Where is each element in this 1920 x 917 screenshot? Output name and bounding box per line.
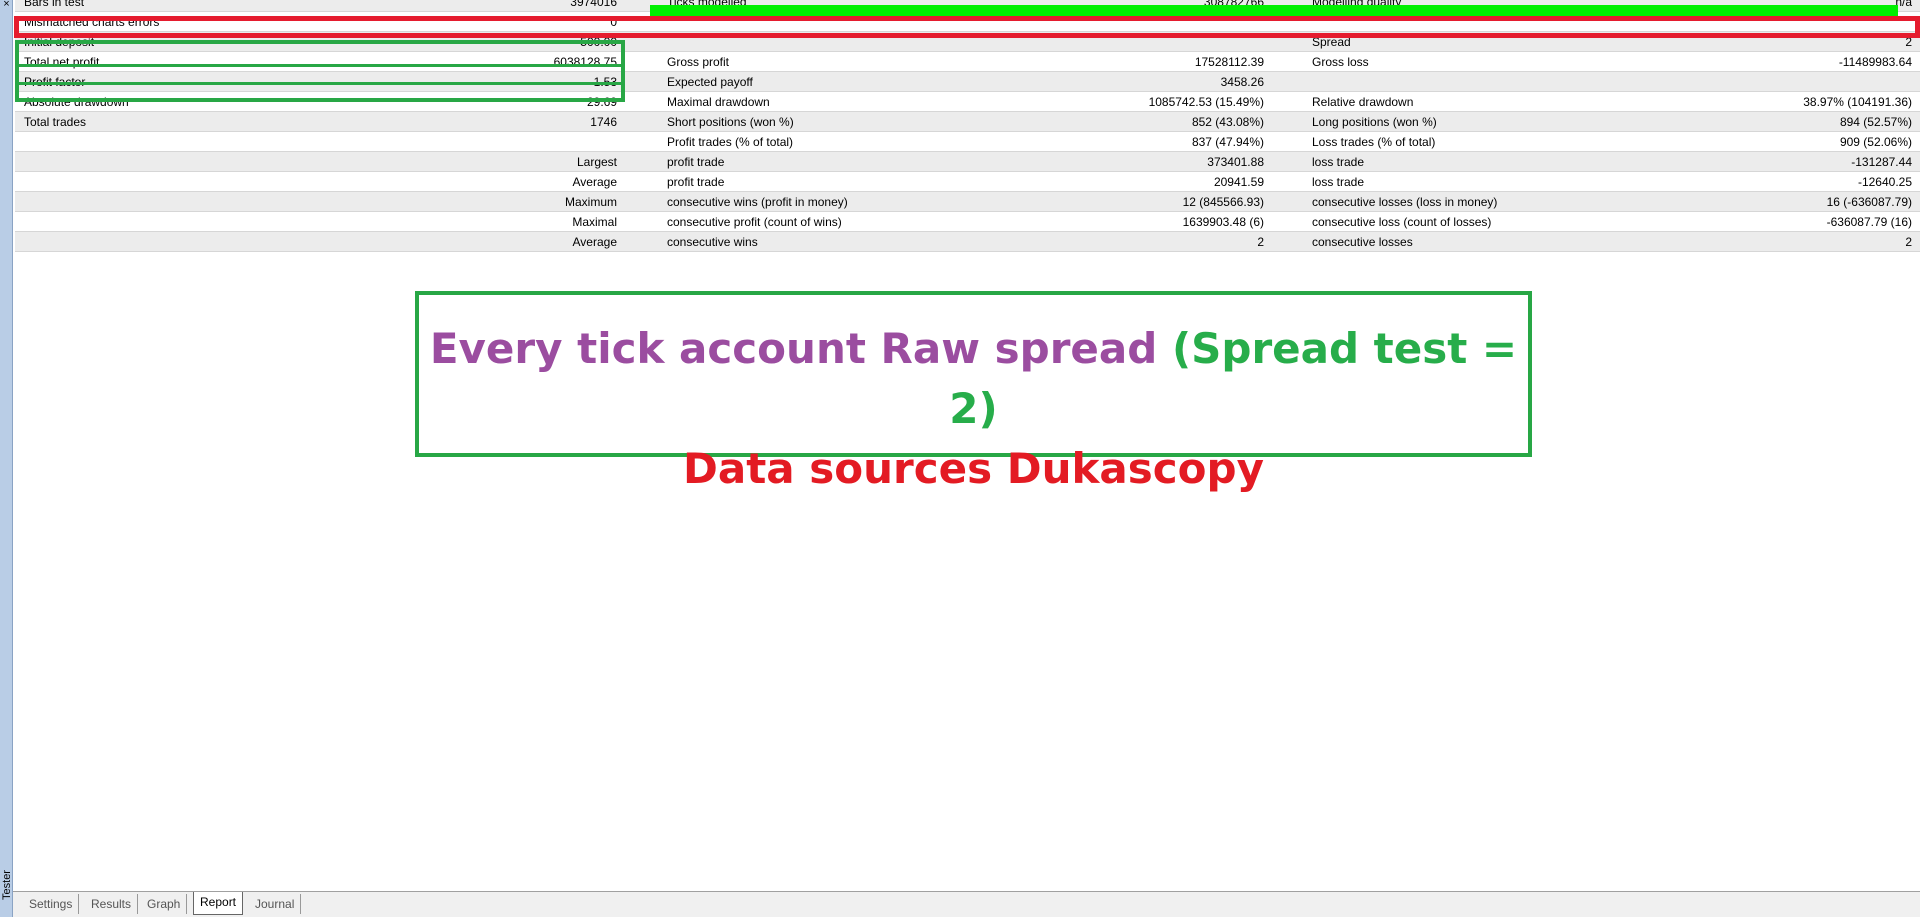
row-value: 2 [1905,35,1912,49]
table-row: Total trades 1746 Short positions (won %) 8… [15,112,1920,132]
row-value: -12640.25 [1857,175,1912,189]
table-row: Profit trades (% of total) 837 (47.94%) Lo… [15,132,1920,152]
tester-label: Tester [1,870,13,900]
table-row: Profit factor 1.53 Expected payoff 3458.26 [15,72,1920,92]
annotation-account-text: Every tick account Raw spread [429,324,1172,373]
annotation-data-source: Data sources Dukascopy [683,444,1264,493]
tab-results[interactable]: Results [85,894,139,914]
tab-graph[interactable]: Graph [141,894,188,914]
row-value: 2 [1905,235,1912,249]
row-value: 894 (52.57%) [1839,115,1912,129]
table-row: Initial deposit 500.00 Spread 2 [15,32,1920,52]
table-row: Maximal consecutive profit (count of wins… [15,212,1920,232]
annotation-line-1: Every tick account Raw spread (Spread te… [419,319,1528,439]
row-value [15,72,1912,92]
row-value: -131287.44 [1851,155,1912,169]
tester-tab-bar: Settings Results Graph Report Journal [13,891,1920,917]
table-row: Maximum consecutive wins (profit in money… [15,192,1920,212]
tab-settings[interactable]: Settings [23,894,80,914]
table-row: Average profit trade 20941.59 loss trade -12… [15,172,1920,192]
modelling-quality-bar [650,5,1898,21]
annotation-box: Every tick account Raw spread (Spread te… [415,291,1532,493]
tab-journal[interactable]: Journal [249,894,302,914]
table-row: Largest profit trade 373401.88 loss trade -1… [15,152,1920,172]
close-icon[interactable]: × [1,0,12,10]
tab-report[interactable]: Report [193,892,244,915]
table-row: Absolute drawdown 29.69 Maximal drawdown 10… [15,92,1920,112]
tester-sidebar: × Tester [0,0,13,917]
row-value: 38.97% (104191.36) [1803,95,1912,109]
table-row: Total net profit 6038128.75 Gross profit 17… [15,52,1920,72]
row-value: 16 (-636087.79) [1826,195,1912,209]
row-value: -636087.79 (16) [1826,215,1912,229]
table-row: Average consecutive wins 2 consecutive loss… [15,232,1920,252]
report-table: Bars in test3974016Ticks modelled3087827… [15,0,1920,252]
row-value: -11489983.64 [1838,55,1912,69]
row-value: 909 (52.06%) [1839,135,1912,149]
